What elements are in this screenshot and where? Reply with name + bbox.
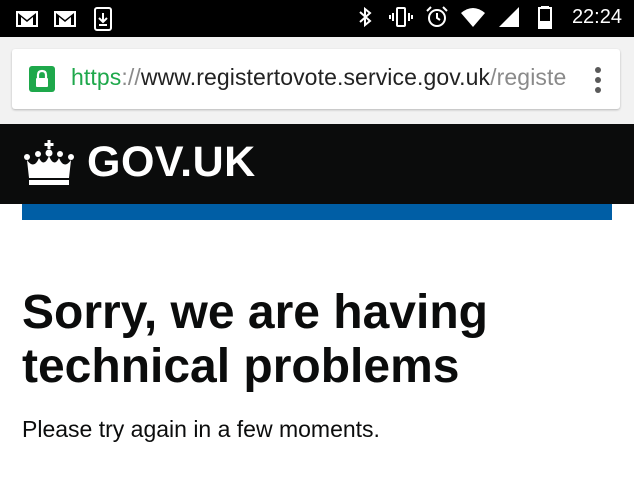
url-path: /registe (490, 64, 567, 90)
battery-icon (532, 4, 558, 30)
notification-icons (14, 6, 116, 32)
gmail-icon (52, 6, 78, 32)
url-text[interactable]: https://www.registertovote.service.gov.u… (71, 64, 576, 91)
vibrate-icon (388, 4, 414, 30)
crown-icon (24, 140, 74, 185)
url-scheme: https (71, 64, 122, 90)
address-bar[interactable]: https://www.registertovote.service.gov.u… (12, 49, 620, 109)
page-title: Sorry, we are having technical problems (22, 286, 488, 393)
header-accent-bar (22, 204, 612, 220)
url-host: www.registertovote.service.gov.uk (140, 64, 491, 90)
signal-icon (496, 4, 522, 30)
browser-toolbar: https://www.registertovote.service.gov.u… (0, 37, 634, 124)
bluetooth-icon (352, 4, 378, 30)
lock-icon[interactable] (29, 66, 55, 92)
status-clock: 22:24 (571, 5, 622, 28)
alarm-icon (424, 4, 450, 30)
wifi-icon (460, 4, 486, 30)
govuk-logotype[interactable]: GOV.UK (87, 138, 256, 187)
error-message: Please try again in a few moments. (22, 416, 380, 442)
browser-menu-icon[interactable] (594, 67, 602, 93)
download-icon (90, 6, 116, 32)
system-icons: 22:24 (352, 4, 622, 30)
url-separator: :// (121, 64, 141, 90)
gmail-icon (14, 6, 40, 32)
status-bar: 22:24 (0, 0, 634, 37)
